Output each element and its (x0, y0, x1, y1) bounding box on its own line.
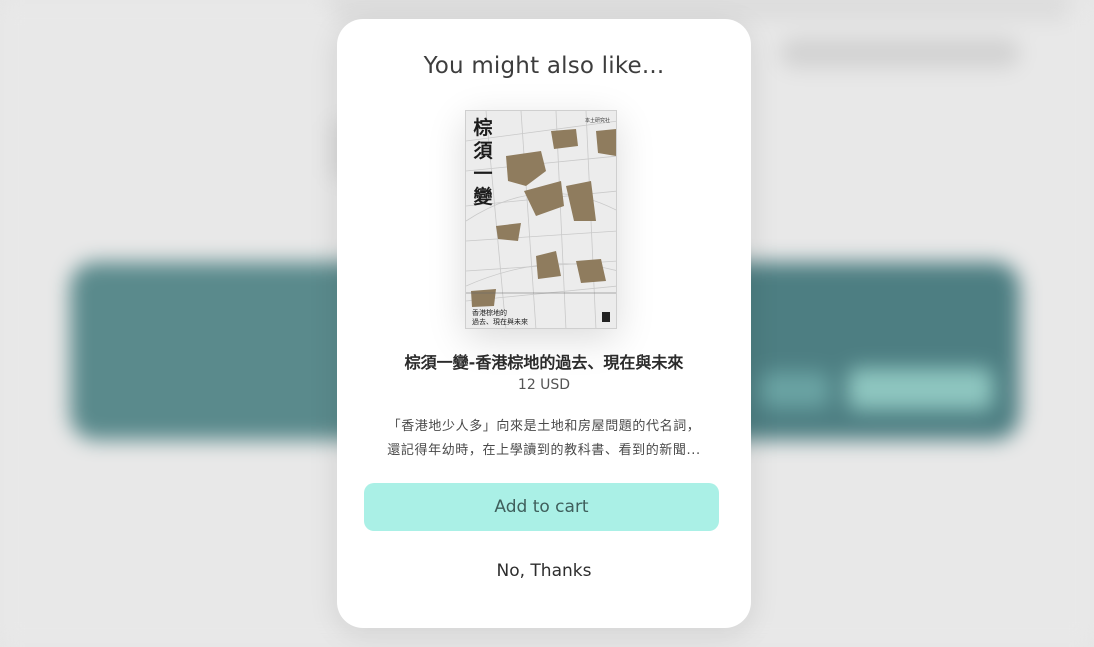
cover-subtitle-line: 香港棕地的 (472, 309, 507, 317)
upsell-modal: You might also like... 棕須一變 本土研究社 香港棕地的 … (337, 19, 751, 628)
description-line: 還記得年幼時，在上學讀到的教科書、看到的新聞... (387, 443, 701, 458)
book-cover: 棕須一變 本土研究社 香港棕地的 過去、現在與未來 (465, 110, 617, 329)
background-header (330, 0, 1070, 20)
add-to-cart-button[interactable]: Add to cart (364, 483, 719, 531)
no-thanks-button[interactable]: No, Thanks (464, 556, 624, 586)
cover-publisher: 本土研究社 (584, 118, 610, 124)
product-description: 「香港地少人多」向來是土地和房屋問題的代名詞， 還記得年幼時，在上學讀到的教科書… (363, 415, 725, 463)
book-cover-image: 棕須一變 本土研究社 香港棕地的 過去、現在與未來 (465, 110, 617, 329)
cover-subtitle: 香港棕地的 過去、現在與未來 (472, 309, 562, 327)
background-banner-shade (70, 262, 370, 440)
cover-title: 棕須一變 (473, 117, 493, 208)
publisher-logo-icon (602, 312, 610, 322)
description-line: 「香港地少人多」向來是土地和房屋問題的代名詞， (387, 419, 701, 434)
product-price: 12 USD (517, 377, 571, 393)
background-banner-button (848, 368, 993, 410)
background-banner-button (760, 372, 830, 408)
background-nav (780, 38, 1020, 68)
cover-subtitle-line: 過去、現在與未來 (472, 318, 528, 326)
product-name: 棕須一變-香港棕地的過去、現在與未來 (404, 353, 684, 372)
modal-title: You might also like... (423, 53, 665, 79)
